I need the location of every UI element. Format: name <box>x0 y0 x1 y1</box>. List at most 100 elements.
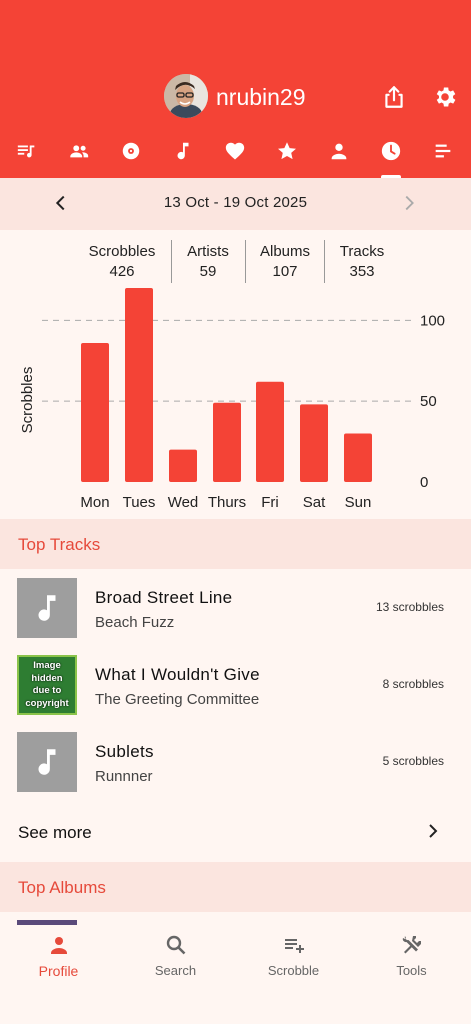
bottom-navigation: Profile Search Scrobble Tools <box>0 925 471 1024</box>
stat-label: Scrobbles <box>88 243 156 260</box>
bar-chart: 0 50 100 Scrobbles Mon Tues Wed Thurs Fri Sat Sun <box>19 288 445 511</box>
heart-icon <box>225 142 245 160</box>
bar <box>344 433 372 482</box>
stat-albums: Albums 107 <box>252 242 318 284</box>
track-artist: Runnner <box>95 768 153 785</box>
tab-tracks[interactable] <box>161 136 205 178</box>
scrobble-count: 5 scrobbles <box>382 754 444 768</box>
people-icon <box>70 145 89 158</box>
track-artwork <box>17 578 77 638</box>
stat-value: 353 <box>349 263 375 280</box>
star-icon <box>278 142 296 160</box>
x-tick-label: Sun <box>345 494 372 511</box>
clock-icon <box>381 141 401 161</box>
y-tick-label: 50 <box>420 393 437 410</box>
stat-value: 107 <box>272 263 298 280</box>
tab-loved[interactable] <box>213 136 257 178</box>
top-albums-header[interactable]: Top Albums <box>0 862 471 912</box>
x-tick-label: Tues <box>123 494 156 511</box>
section-title: Top Tracks <box>18 535 101 554</box>
tab-history[interactable] <box>369 136 413 178</box>
scrobble-count: 8 scrobbles <box>382 677 444 691</box>
top-tracks-header[interactable]: Top Tracks <box>0 519 471 569</box>
see-more-button[interactable]: See more <box>0 808 471 856</box>
bar <box>256 381 284 482</box>
avatar[interactable] <box>164 74 208 118</box>
stat-label: Artists <box>187 243 229 260</box>
album-icon <box>122 142 140 160</box>
tools-icon <box>402 936 421 954</box>
artwork-hidden-text: due to <box>32 685 62 696</box>
category-tabs <box>0 136 471 178</box>
bar <box>169 449 197 482</box>
stat-tracks: Tracks 353 <box>330 242 394 284</box>
track-row[interactable]: Sublets Runnner 5 scrobbles <box>0 732 471 809</box>
stat-value: 59 <box>199 263 217 280</box>
date-range-bar: 13 Oct - 19 Oct 2025 <box>0 178 471 230</box>
tab-charts[interactable] <box>421 136 465 178</box>
search-icon <box>166 935 185 955</box>
tab-albums[interactable] <box>109 136 153 178</box>
playlist-icon <box>17 145 35 158</box>
nav-search[interactable]: Search <box>117 933 234 993</box>
chevron-right-icon <box>405 195 414 211</box>
playlist-add-icon <box>284 939 304 953</box>
x-tick-label: Fri <box>261 494 279 511</box>
x-tick-label: Thurs <box>208 494 246 511</box>
tab-playlist[interactable] <box>5 136 49 178</box>
weekly-scrobbles-chart: 0 50 100 Scrobbles Mon Tues Wed Thurs Fri Sat Sun <box>0 288 471 518</box>
bar <box>213 402 241 482</box>
username: nrubin29 <box>216 84 306 110</box>
stat-label: Albums <box>259 243 311 260</box>
share-icon[interactable] <box>381 84 407 110</box>
x-tick-label: Sat <box>303 494 326 511</box>
track-row[interactable]: Image hidden due to copyright What I Wou… <box>0 655 471 732</box>
nav-scrobble[interactable]: Scrobble <box>235 933 352 993</box>
nav-tools[interactable]: Tools <box>353 933 470 993</box>
x-tick-label: Mon <box>80 494 109 511</box>
person-icon <box>50 937 67 954</box>
tab-profile[interactable] <box>317 136 361 178</box>
stat-scrobbles: Scrobbles 426 <box>82 242 162 284</box>
track-artist: Beach Fuzz <box>95 614 175 631</box>
section-title: Top Albums <box>18 878 106 897</box>
artwork-hidden-text: hidden <box>31 672 63 684</box>
y-tick-label: 0 <box>420 474 428 491</box>
track-artwork-hidden: Image hidden due to copyright <box>17 655 77 715</box>
chevron-right-icon <box>424 822 442 840</box>
nav-label: Scrobble <box>267 963 320 978</box>
stat-divider <box>324 240 325 283</box>
nav-label: Search <box>154 963 197 978</box>
music-note-icon <box>38 749 56 775</box>
scrobble-count: 13 scrobbles <box>375 600 444 614</box>
music-note-icon <box>177 142 189 160</box>
y-axis-label: Scrobbles <box>19 367 36 434</box>
stat-value: 426 <box>109 263 135 280</box>
app-header: nrubin29 <box>0 0 471 178</box>
bar <box>125 288 153 482</box>
track-artist: The Greeting Committee <box>95 691 260 708</box>
track-title: Broad Street Line <box>95 588 233 607</box>
x-tick-label: Wed <box>168 494 199 511</box>
stat-artists: Artists 59 <box>178 242 238 284</box>
bar <box>81 342 109 482</box>
track-title: Sublets <box>95 742 154 761</box>
music-note-icon <box>38 595 56 621</box>
gear-icon[interactable] <box>432 84 458 110</box>
tab-favorites[interactable] <box>265 136 309 178</box>
track-row[interactable]: Broad Street Line Beach Fuzz 13 scrobble… <box>0 578 471 655</box>
y-tick-label: 100 <box>420 312 445 329</box>
bar-list-icon <box>435 144 451 158</box>
nav-profile[interactable]: Profile <box>0 933 117 993</box>
stat-label: Tracks <box>339 243 385 260</box>
next-week-button[interactable] <box>398 192 420 214</box>
track-artwork <box>17 732 77 792</box>
stat-divider <box>171 240 172 283</box>
nav-label: Tools <box>396 963 427 978</box>
track-title: What I Wouldn't Give <box>95 665 260 684</box>
artwork-hidden-text: Image <box>33 660 61 671</box>
tab-people[interactable] <box>57 136 101 178</box>
stat-divider <box>245 240 246 283</box>
person-icon <box>331 143 347 160</box>
nav-label: Profile <box>38 963 79 979</box>
